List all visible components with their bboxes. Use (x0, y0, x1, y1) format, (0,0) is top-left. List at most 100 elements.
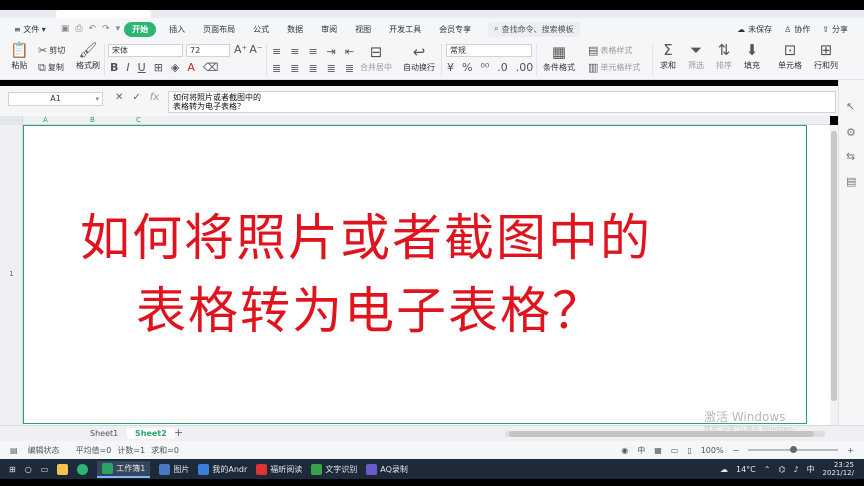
share-panel-icon[interactable]: ⇆ (846, 150, 855, 163)
sort-button[interactable]: ⇅ 排序 (716, 43, 732, 71)
eraser-icon[interactable]: ⌫ (203, 62, 219, 73)
view-book-icon[interactable]: ▯ (687, 446, 691, 455)
weather-icon[interactable]: ☁ (720, 465, 728, 474)
tab-page-layout[interactable]: 页面布局 (194, 24, 244, 35)
underline-button[interactable]: U (138, 62, 146, 73)
view-normal-icon[interactable]: ▦ (654, 446, 662, 455)
tray-chevron-icon[interactable]: ⌃ (764, 465, 771, 474)
align-right-icon[interactable]: ≣ (308, 63, 317, 74)
vertical-scroll-thumb[interactable] (831, 131, 837, 401)
tab-formulas[interactable]: 公式 (244, 24, 278, 35)
tab-data[interactable]: 数据 (278, 24, 312, 35)
decimal-increase-icon[interactable]: .0 (497, 62, 508, 73)
align-top-icon[interactable]: ≡ (272, 46, 281, 57)
cell-style-button[interactable]: ▥ 单元格样式 (588, 62, 640, 73)
increase-font-icon[interactable]: A⁺ (234, 44, 247, 55)
chevron-down-icon[interactable]: ▾ (116, 24, 121, 34)
volume-icon[interactable]: ♪ (793, 465, 798, 474)
bold-button[interactable]: B (110, 62, 118, 73)
align-bottom-icon[interactable]: ≡ (308, 46, 317, 57)
redo-icon[interactable]: ↷ (102, 24, 110, 34)
input-mode[interactable]: 中 (637, 445, 645, 456)
cancel-icon[interactable]: ✕ (115, 92, 123, 103)
wechat-button[interactable] (77, 463, 89, 475)
add-sheet-button[interactable]: + (170, 426, 187, 439)
zoom-in-icon[interactable]: + (847, 446, 854, 455)
chevron-down-icon[interactable]: ▾ (95, 93, 99, 105)
font-name-select[interactable]: 宋体 (108, 44, 183, 57)
collab-button[interactable]: ♙ 协作 (784, 24, 810, 35)
font-size-select[interactable]: 72 (186, 44, 230, 57)
justify-icon[interactable]: ≣ (327, 63, 336, 74)
currency-icon[interactable]: ¥ (447, 62, 454, 73)
tab-home[interactable]: 开始 (124, 21, 157, 37)
taskbar-item-picture[interactable]: 图片 (159, 463, 189, 475)
filter-button[interactable]: ⏷ 筛选 (688, 43, 704, 71)
tab-developer[interactable]: 开发工具 (380, 24, 430, 35)
cut-button[interactable]: ✂ 剪切 (38, 45, 65, 56)
zoom-level[interactable]: 100% (701, 446, 724, 455)
adjust-icon[interactable]: ⚙ (846, 126, 856, 139)
vertical-scrollbar[interactable] (830, 125, 838, 425)
save-icon[interactable]: ▣ (61, 24, 70, 34)
column-a-header[interactable]: A (43, 116, 48, 125)
decimal-decrease-icon[interactable]: .00 (516, 62, 534, 73)
row-col-button[interactable]: ⊞ 行和列 (814, 43, 838, 71)
tab-member[interactable]: 会员专享 (430, 24, 480, 35)
sheet-tab-sheet1[interactable]: Sheet1 (82, 428, 126, 439)
share-button[interactable]: ⇪ 分享 (822, 24, 848, 35)
fill-color-icon[interactable]: ◈ (171, 62, 179, 73)
undo-icon[interactable]: ↶ (89, 24, 97, 34)
document-tab[interactable] (56, 10, 151, 18)
name-box[interactable]: A1 ▾ (8, 92, 103, 106)
unsaved-button[interactable]: ☁ 未保存 (737, 24, 772, 35)
zoom-out-icon[interactable]: − (733, 446, 740, 455)
paste-button[interactable]: 📋 粘贴 (10, 43, 29, 71)
sheet-tab-sheet2[interactable]: Sheet2 (127, 428, 175, 439)
print-icon[interactable]: ⎙ (75, 24, 82, 34)
taskbar-item-reader[interactable]: 福昕阅读 (256, 463, 302, 475)
zoom-slider-knob[interactable] (790, 446, 798, 453)
align-middle-icon[interactable]: ≡ (290, 46, 299, 57)
cell-a1[interactable]: 如何将照片或者截图中的 表格转为电子表格？ (23, 125, 807, 424)
temperature[interactable]: 14°C (736, 465, 756, 474)
indent-icon[interactable]: ⇥ (327, 46, 336, 57)
explorer-button[interactable] (57, 463, 69, 475)
copy-button[interactable]: ⧉ 复制 (38, 62, 64, 73)
eye-icon[interactable]: ◉ (621, 446, 628, 455)
confirm-icon[interactable]: ✓ (132, 92, 140, 103)
taskbar-item-recorder[interactable]: AQ录制 (366, 463, 408, 475)
sheet-grid-margin[interactable] (807, 125, 830, 425)
taskbar-item-android[interactable]: 我的Andr (198, 463, 247, 475)
command-search[interactable]: ⌕ 查找命令、搜索模板 (488, 21, 580, 37)
outdent-icon[interactable]: ⇤ (345, 46, 354, 57)
formula-input[interactable]: 如何将照片或者截图中的 表格转为电子表格？ (168, 91, 836, 113)
tab-review[interactable]: 审阅 (312, 24, 346, 35)
thousands-icon[interactable]: ⁰⁰ (480, 62, 489, 73)
start-button[interactable]: ⊞ (9, 465, 16, 474)
conditional-format-button[interactable]: ▦ 条件格式 (543, 45, 575, 73)
column-c-header[interactable]: C (136, 116, 141, 125)
percent-icon[interactable]: % (462, 62, 472, 73)
zoom-slider[interactable] (748, 446, 839, 453)
align-left-icon[interactable]: ≣ (272, 63, 281, 74)
distribute-icon[interactable]: ≣ (345, 63, 354, 74)
view-page-icon[interactable]: ▭ (671, 446, 679, 455)
fx-button[interactable]: fx (150, 92, 159, 103)
taskbar-item-ocr[interactable]: 文字识别 (311, 463, 357, 475)
align-center-icon[interactable]: ≣ (290, 63, 299, 74)
tab-insert[interactable]: 插入 (160, 24, 194, 35)
format-painter-button[interactable]: 🖌 格式刷 (76, 43, 100, 71)
column-b-header[interactable]: B (90, 116, 95, 125)
tab-view[interactable]: 视图 (346, 24, 380, 35)
sum-button[interactable]: Σ 求和 (660, 43, 676, 71)
merge-center-button[interactable]: ⊟ 合并居中 (360, 45, 392, 73)
search-button[interactable]: ○ (25, 465, 32, 474)
decrease-font-icon[interactable]: A⁻ (249, 44, 262, 55)
wrap-text-button[interactable]: ↩ 自动换行 (403, 45, 435, 73)
task-view-button[interactable]: ▭ (41, 465, 49, 474)
italic-button[interactable]: I (126, 62, 129, 73)
table-style-button[interactable]: ▤ 表格样式 (588, 45, 632, 56)
taskbar-item-workbook[interactable]: 工作簿1 (97, 460, 151, 478)
document-icon[interactable]: ▤ (846, 175, 856, 188)
